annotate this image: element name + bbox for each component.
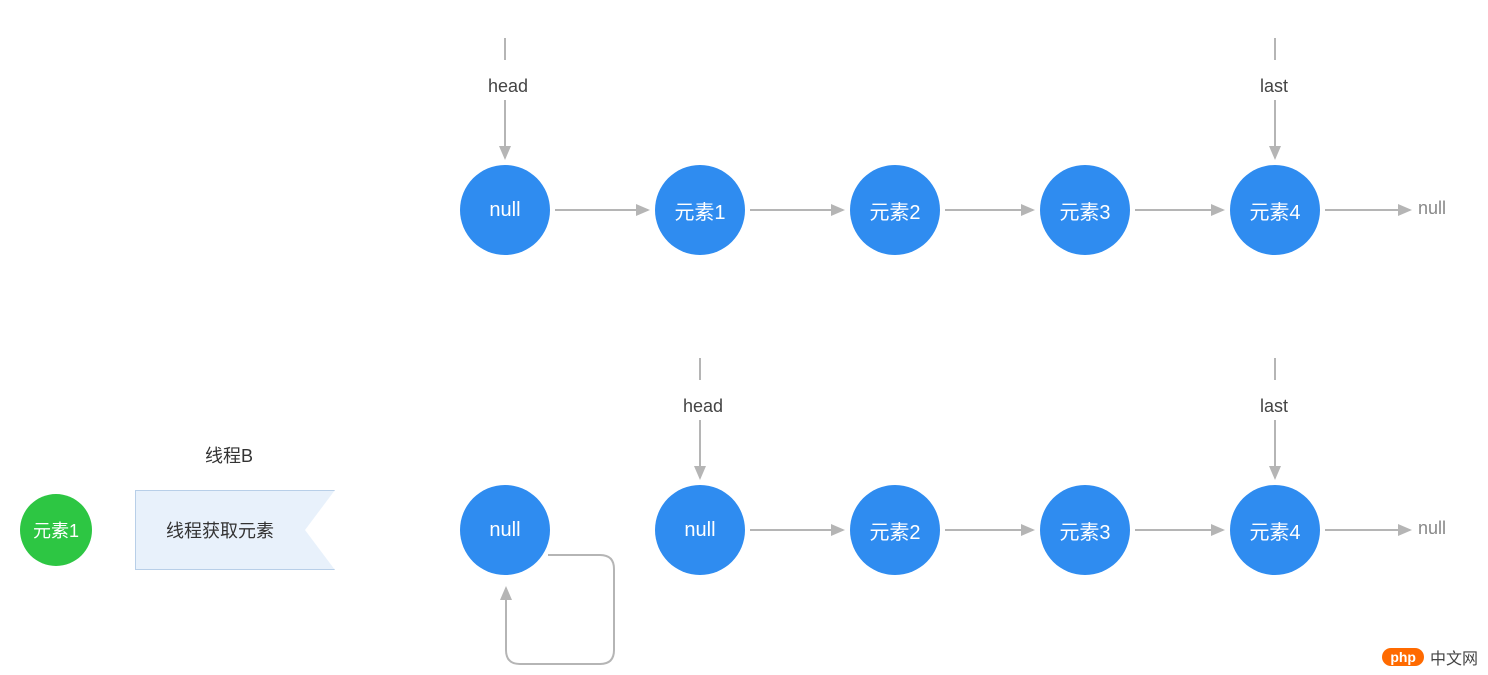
node-row1-1: 元素1 <box>655 165 745 255</box>
node-row1-3: 元素3 <box>1040 165 1130 255</box>
null-end-row2: null <box>1418 518 1446 539</box>
node-text: 元素4 <box>1249 196 1300 225</box>
null-end-row1: null <box>1418 198 1446 219</box>
watermark-site: 中文网 <box>1430 645 1478 669</box>
last-label-row1: last <box>1260 76 1288 97</box>
thread-label: 线程B <box>205 442 253 468</box>
thread-action-text: 线程获取元素 <box>166 517 274 543</box>
node-text: 元素1 <box>33 517 79 543</box>
node-row1-4: 元素4 <box>1230 165 1320 255</box>
node-row1-0: null <box>460 165 550 255</box>
node-row2-0: null <box>460 485 550 575</box>
node-text: null <box>489 199 520 222</box>
last-label-row2: last <box>1260 396 1288 417</box>
node-row2-2: 元素2 <box>850 485 940 575</box>
node-text: 元素3 <box>1059 196 1110 225</box>
node-text: null <box>489 519 520 542</box>
diagram-stage: head last null 元素1 元素2 元素3 元素4 null head… <box>0 0 1488 675</box>
head-label-row2: head <box>683 396 723 417</box>
thread-result-node: 元素1 <box>20 494 92 566</box>
node-row2-3: 元素3 <box>1040 485 1130 575</box>
thread-action-box: 线程获取元素 <box>135 490 335 570</box>
node-text: 元素3 <box>1059 516 1110 545</box>
node-row2-1: null <box>655 485 745 575</box>
node-text: 元素2 <box>869 196 920 225</box>
head-label-row1: head <box>488 76 528 97</box>
node-text: 元素4 <box>1249 516 1300 545</box>
node-row1-2: 元素2 <box>850 165 940 255</box>
node-text: 元素2 <box>869 516 920 545</box>
node-row2-4: 元素4 <box>1230 485 1320 575</box>
watermark-brand: php <box>1382 648 1424 666</box>
node-text: 元素1 <box>674 196 725 225</box>
watermark: php 中文网 <box>1382 645 1478 669</box>
node-text: null <box>684 519 715 542</box>
